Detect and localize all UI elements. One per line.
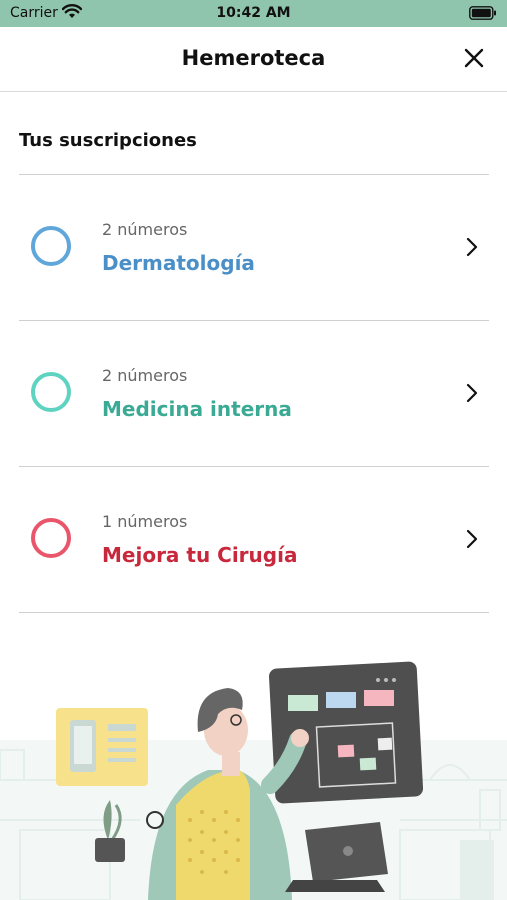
issue-count: 2 números: [102, 366, 188, 385]
subscription-name: Dermatología: [102, 251, 255, 275]
chevron-right-icon: [466, 383, 478, 403]
subscription-name: Medicina interna: [102, 397, 292, 421]
subscription-item-dermatologia[interactable]: 2 números Dermatología: [19, 175, 489, 321]
subscription-item-mejora-tu-cirugia[interactable]: 1 números Mejora tu Cirugía: [19, 467, 489, 613]
issue-count: 2 números: [102, 220, 188, 239]
page-title: Hemeroteca: [181, 46, 326, 70]
subscriptions-list: 2 números Dermatología 2 números Medicin…: [19, 174, 489, 613]
subscription-name: Mejora tu Cirugía: [102, 543, 298, 567]
ring-icon: [31, 226, 71, 266]
battery-icon: [469, 6, 496, 20]
issue-count: 1 números: [102, 512, 188, 531]
section-title: Tus suscripciones: [19, 130, 197, 151]
ring-icon: [31, 518, 71, 558]
navigation-bar: Hemeroteca: [0, 27, 507, 92]
chevron-right-icon: [466, 237, 478, 257]
illustration-person-dashboard: [0, 661, 507, 900]
close-icon[interactable]: [463, 47, 485, 69]
subscription-item-medicina-interna[interactable]: 2 números Medicina interna: [19, 321, 489, 467]
status-bar: Carrier 10:42 AM: [0, 0, 507, 27]
clock-time: 10:42 AM: [216, 5, 291, 21]
ring-icon: [31, 372, 71, 412]
chevron-right-icon: [466, 529, 478, 549]
